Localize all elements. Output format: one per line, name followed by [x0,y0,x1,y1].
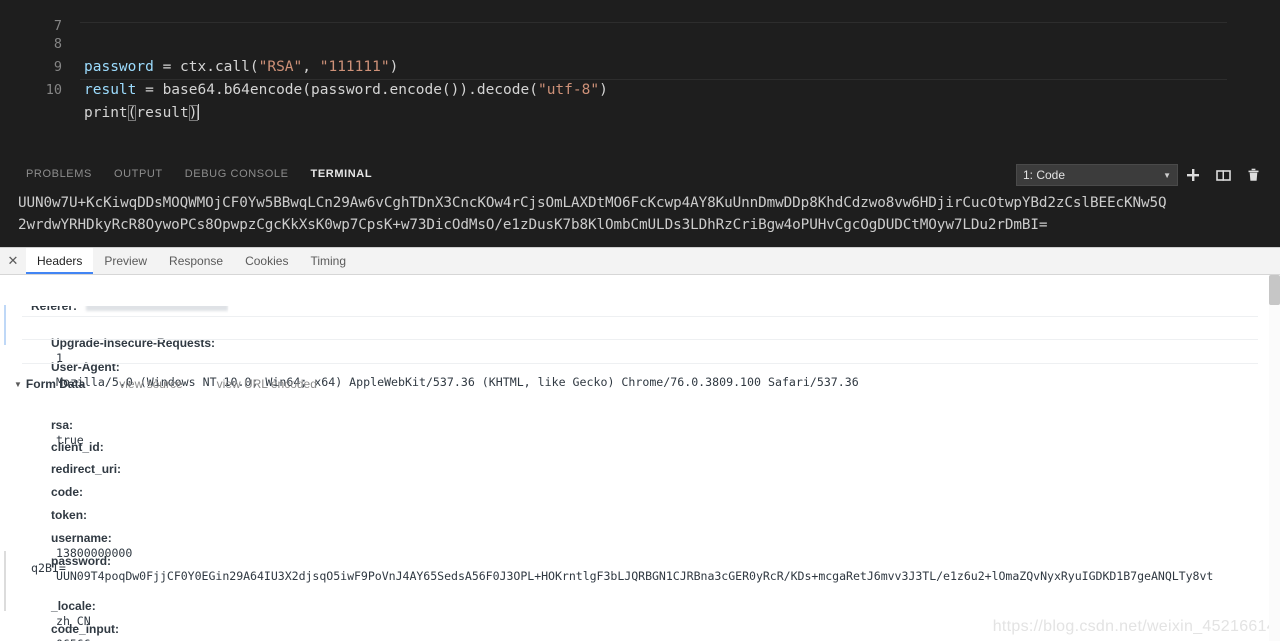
view-source-link[interactable]: view source [119,377,182,391]
headers-content: Referer: Upgrade-Insecure-Requests: 1 Us… [0,275,1280,641]
row-divider [22,316,1258,317]
code-line[interactable]: 9 result = base64.b64encode(password.enc… [0,33,1280,56]
text-cursor [198,104,199,120]
vscode-window: 7 8 password = ctx.call("RSA", "111111")… [0,0,1280,247]
code-line-active[interactable]: 10 print(result) [0,56,1280,79]
view-url-encoded-link[interactable]: view URL encoded [217,377,317,391]
tab-preview[interactable]: Preview [93,248,158,274]
code-text: print(result) [84,102,199,125]
tab-debug-console[interactable]: DEBUG CONSOLE [185,168,289,182]
devtools-scrollbar-track[interactable] [1269,275,1280,641]
close-icon[interactable]: ✕ [0,253,26,269]
form-data-section-header[interactable]: ▼ Form Data view source view URL encoded [14,377,317,391]
devtools-tab-bar: ✕ Headers Preview Response Cookies Timin… [0,248,1280,275]
header-key: Referer: [31,299,77,313]
triangle-down-icon[interactable]: ▼ [14,380,22,389]
header-row-user-agent: User-Agent: Mozilla/5.0 (Windows NT 10.0… [31,345,859,405]
devtools-panel: ✕ Headers Preview Response Cookies Timin… [0,247,1280,641]
code-editor[interactable]: 7 8 password = ctx.call("RSA", "111111")… [0,0,1280,160]
code-text: result = base64.b64encode(password.encod… [84,79,608,102]
code-line[interactable]: 8 password = ctx.call("RSA", "111111") [0,10,1280,33]
kill-terminal-icon[interactable] [1238,163,1268,187]
row-divider [22,363,1258,364]
form-data-row-submit-button: submitButton: 登 录 [31,630,133,641]
tab-problems[interactable]: PROBLEMS [26,168,92,182]
chevron-down-icon: ▼ [1163,171,1171,180]
new-terminal-icon[interactable] [1178,163,1208,187]
section-title: Form Data [26,377,85,391]
form-value: UUN09T4poqDw0FjjCF0Y0EGin29A64IU3X2djsqO… [56,569,1213,583]
tab-response[interactable]: Response [158,248,234,274]
panel-tab-bar: PROBLEMS OUTPUT DEBUG CONSOLE TERMINAL 1… [0,160,1280,190]
terminal-selector-dropdown[interactable]: 1: Code ▼ [1016,164,1178,186]
terminal-selector-value: 1: Code [1023,168,1065,182]
header-row-referer: Referer: [31,299,228,313]
tab-cookies[interactable]: Cookies [234,248,299,274]
form-value-continuation: q2BI= [31,561,66,575]
terminal-output-line: UUN0w7U+KcKiwqDDsMOQWMOjCF0Yw5BBwqLCn29A… [18,192,1280,214]
tab-output[interactable]: OUTPUT [114,168,163,182]
section-rail [4,305,6,345]
panel-actions: 1: Code ▼ [1016,163,1268,187]
tab-timing[interactable]: Timing [299,248,357,274]
form-data-row-password: password: UUN09T4poqDw0FjjCF0Y0EGin29A64… [31,539,1213,599]
watermark: https://blog.csdn.net/weixin_45216614 [993,618,1276,636]
devtools-scrollbar-thumb[interactable] [1269,275,1280,305]
tab-terminal[interactable]: TERMINAL [311,168,373,182]
line-number: 10 [0,79,62,102]
redacted-value [86,301,228,311]
section-rail [4,551,6,611]
panel-tabs: PROBLEMS OUTPUT DEBUG CONSOLE TERMINAL [26,160,372,190]
terminal-output-line: 2wrdwYRHDkyRcR8OywoPCs8OpwpzCgcKkXsK0wp7… [18,214,1280,236]
terminal-output[interactable]: UUN0w7U+KcKiwqDDsMOQWMOjCF0Yw5BBwqLCn29A… [0,190,1280,247]
split-terminal-icon[interactable] [1208,163,1238,187]
tab-headers[interactable]: Headers [26,248,93,274]
row-divider [22,339,1258,340]
